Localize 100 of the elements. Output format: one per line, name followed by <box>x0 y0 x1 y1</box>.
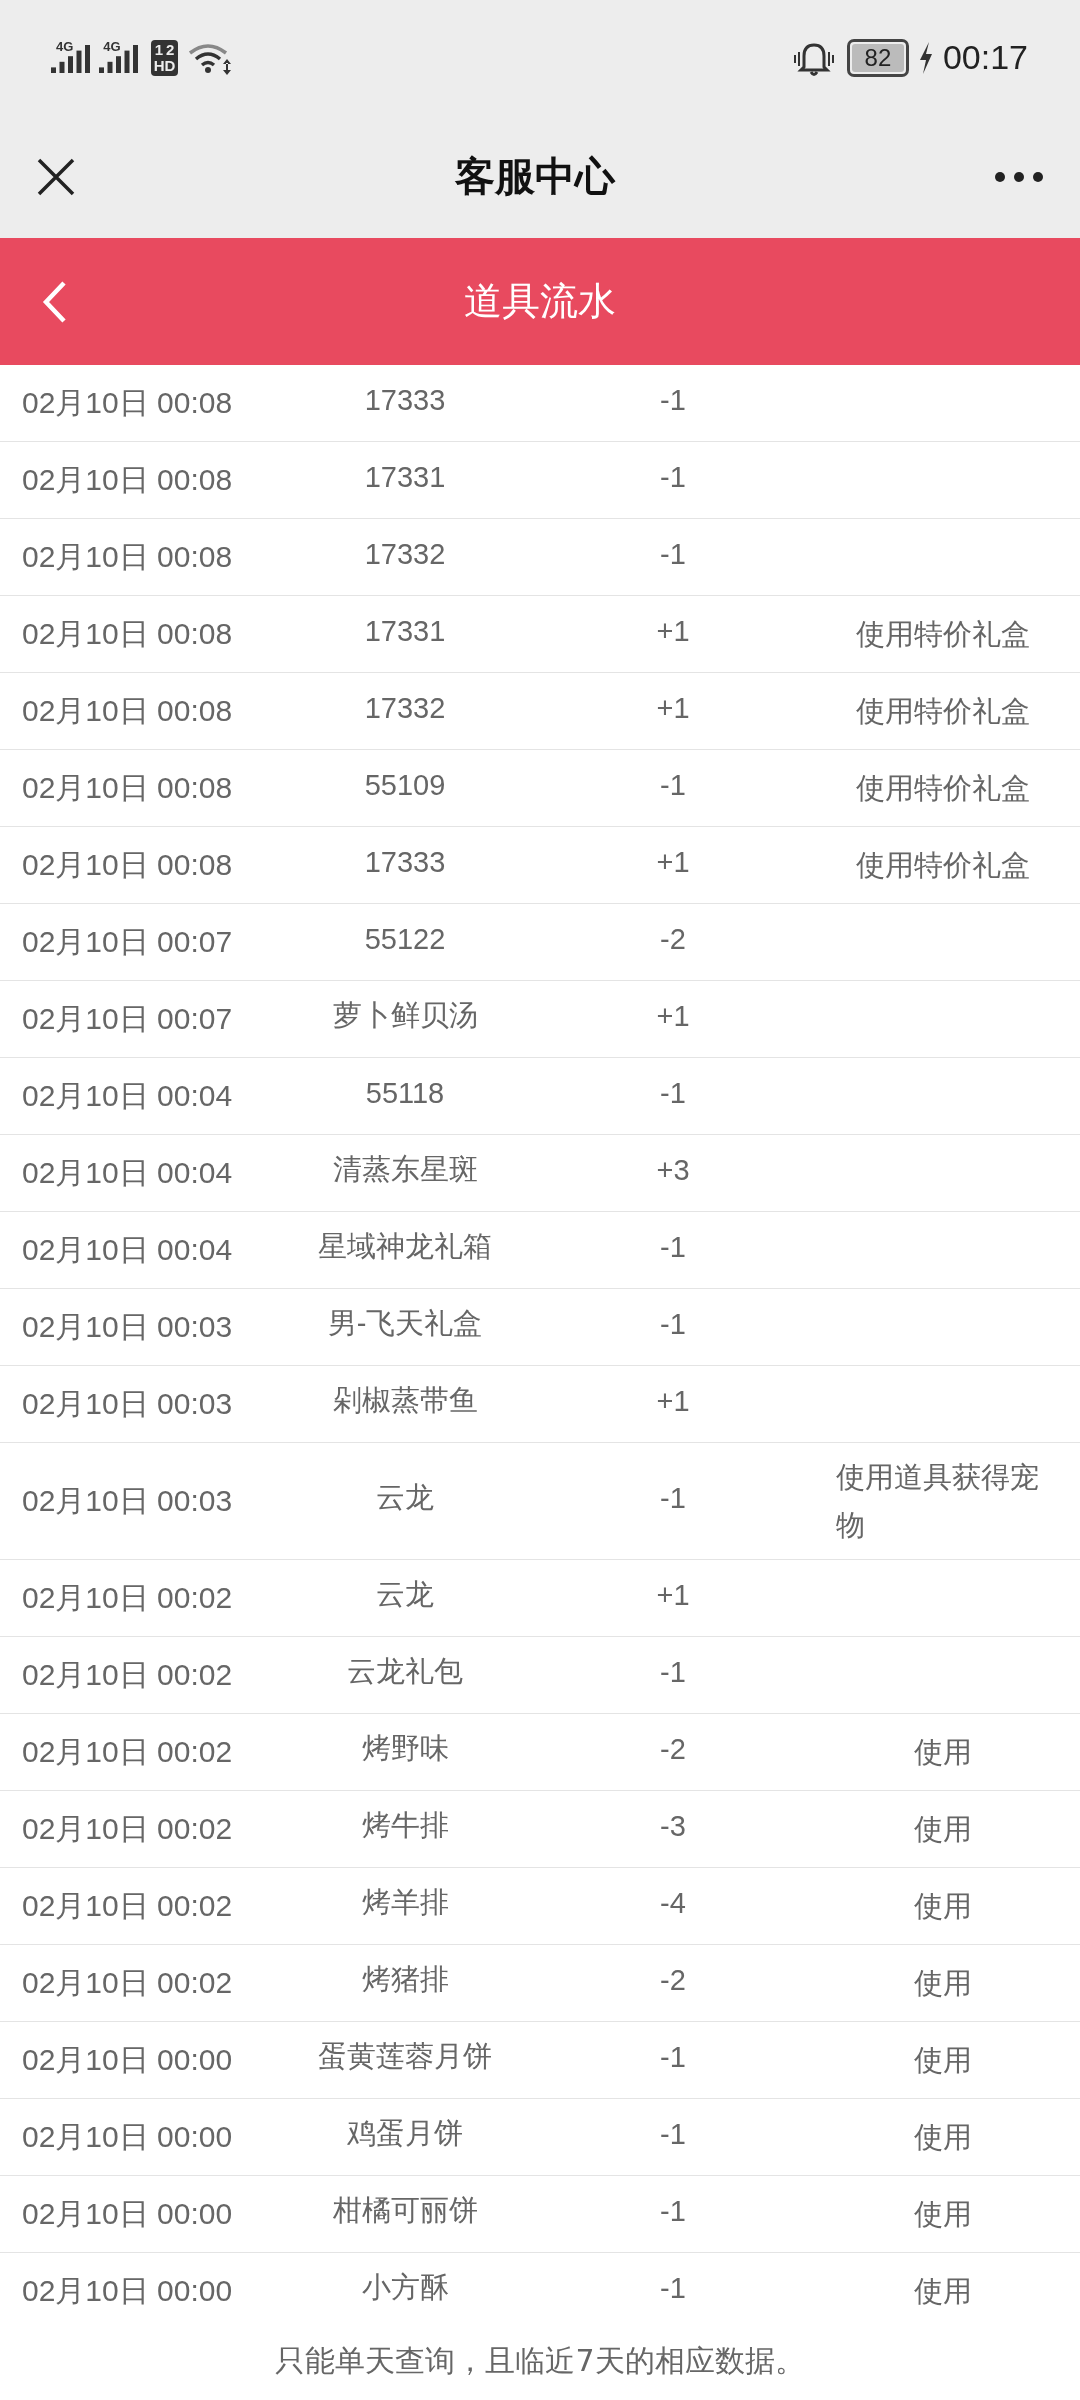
item-cell-text: 烤野味 <box>361 1731 449 1766</box>
time-cell-text: 02月10日 00:08 <box>21 538 234 575</box>
header-title: 道具流水 <box>463 278 617 325</box>
change-cell: -1 <box>660 537 686 571</box>
change-cell: -1 <box>660 2194 686 2228</box>
item-cell: 17333 <box>364 845 446 879</box>
note-cell-text: 使用 <box>914 2197 972 2232</box>
change-cell: -1 <box>660 768 686 802</box>
page-title: 客服中心 <box>455 152 615 201</box>
back-icon[interactable] <box>42 279 68 324</box>
change-cell: -1 <box>660 1230 686 1264</box>
item-cell: 17333 <box>364 383 446 417</box>
change-cell: +3 <box>656 1153 690 1187</box>
change-cell: +1 <box>656 614 690 648</box>
change-cell: +1 <box>656 1578 690 1612</box>
change-cell: +1 <box>656 691 690 725</box>
item-cell: 17332 <box>364 537 446 571</box>
item-cell-text: 烤羊排 <box>361 1885 449 1920</box>
change-cell: -1 <box>660 1307 686 1341</box>
time-cell-text: 02月10日 00:00 <box>21 2041 234 2078</box>
note-cell-text: 使用道具获得宠物 <box>835 1460 1040 1543</box>
note-cell-text: 使用 <box>914 1966 972 2001</box>
time-cell-text: 02月10日 00:08 <box>21 769 234 806</box>
change-cell: -1 <box>660 1076 686 1110</box>
item-cell-text: 清蒸东星斑 <box>332 1152 478 1187</box>
time-cell-text: 02月10日 00:07 <box>21 1000 234 1037</box>
change-cell: -2 <box>660 1732 686 1766</box>
item-cell-text: 蛋黄莲蓉月饼 <box>318 2039 492 2074</box>
note-cell-text: 使用特价礼盒 <box>856 617 1030 652</box>
item-cell: 17332 <box>364 691 446 725</box>
change-cell: +1 <box>656 845 690 879</box>
item-cell-text: 鸡蛋月饼 <box>347 2116 463 2151</box>
network-label: 4G <box>56 38 74 54</box>
item-cell-text: 烤牛排 <box>361 1808 449 1843</box>
note-cell-text: 使用特价礼盒 <box>856 771 1030 806</box>
change-cell: +1 <box>656 1384 690 1418</box>
item-cell: 55109 <box>364 768 446 802</box>
change-cell: -2 <box>660 1963 686 1997</box>
change-cell: -1 <box>660 1481 686 1515</box>
item-cell-text: 男-飞天礼盒 <box>327 1306 483 1341</box>
item-cell-text: 云龙礼包 <box>347 1654 463 1689</box>
item-cell-text: 剁椒蒸带鱼 <box>332 1383 478 1418</box>
item-cell: 55118 <box>365 1076 445 1110</box>
change-cell: -1 <box>660 2040 686 2074</box>
note-cell-text: 使用 <box>914 2274 972 2309</box>
note-cell-text: 使用 <box>914 1812 972 1847</box>
time-cell-text: 02月10日 00:08 <box>21 461 234 498</box>
charging-icon <box>918 41 933 74</box>
footer-note: 只能单天查询，且临近7天的相应数据。 <box>275 2342 805 2380</box>
item-cell: 55122 <box>364 922 446 956</box>
change-cell: -1 <box>660 460 686 494</box>
time-cell-text: 02月10日 00:08 <box>21 384 234 421</box>
change-cell: -1 <box>660 2117 686 2151</box>
change-cell: -1 <box>660 383 686 417</box>
signal-icon <box>98 44 141 75</box>
item-cell-text: 云龙 <box>376 1480 434 1515</box>
time-cell-text: 02月10日 00:00 <box>21 2118 234 2155</box>
item-cell-text: 云龙 <box>376 1577 434 1612</box>
time-cell-text: 02月10日 00:02 <box>21 1579 234 1616</box>
note-cell-text: 使用 <box>914 1889 972 1924</box>
item-cell: 17331 <box>364 460 446 494</box>
network-label: 4G <box>103 38 121 54</box>
change-cell: -4 <box>660 1886 686 1920</box>
note-cell-text: 使用特价礼盒 <box>856 694 1030 729</box>
note-cell-text: 使用 <box>914 1735 972 1770</box>
time-cell-text: 02月10日 00:03 <box>21 1308 234 1345</box>
item-cell: 17331 <box>364 614 446 648</box>
close-icon[interactable] <box>36 156 76 197</box>
time-cell-text: 02月10日 00:08 <box>21 692 234 729</box>
time-cell-text: 02月10日 00:02 <box>21 1733 234 1770</box>
time-cell-text: 02月10日 00:02 <box>21 1964 234 2001</box>
time-cell-text: 02月10日 00:04 <box>21 1154 234 1191</box>
item-cell-text: 柑橘可丽饼 <box>332 2193 478 2228</box>
time-cell-text: 02月10日 00:08 <box>21 615 234 652</box>
time-cell-text: 02月10日 00:04 <box>21 1231 234 1268</box>
time-cell-text: 02月10日 00:08 <box>21 846 234 883</box>
time-cell-text: 02月10日 00:00 <box>21 2195 234 2232</box>
time-cell-text: 02月10日 00:02 <box>21 1887 234 1924</box>
change-cell: -1 <box>660 2271 686 2305</box>
hd-badge: 1 2 HD <box>150 39 179 76</box>
note-cell-text: 使用 <box>914 2043 972 2078</box>
time-cell-text: 02月10日 00:02 <box>21 1810 234 1847</box>
item-cell-text: 烤猪排 <box>361 1962 449 1997</box>
note-cell-text: 使用 <box>914 2120 972 2155</box>
change-cell: -2 <box>660 922 686 956</box>
time-cell-text: 02月10日 00:02 <box>21 1656 234 1693</box>
item-cell-text: 萝卜鲜贝汤 <box>332 998 478 1033</box>
time-cell-text: 02月10日 00:07 <box>21 923 234 960</box>
battery-indicator: 82 <box>846 38 909 77</box>
change-cell: -1 <box>660 1655 686 1689</box>
time-cell-text: 02月10日 00:03 <box>21 1482 234 1519</box>
item-cell-text: 小方酥 <box>361 2270 449 2305</box>
clock-time: 00:17 <box>942 38 1028 77</box>
note-cell-text: 使用特价礼盒 <box>856 848 1030 883</box>
time-cell-text: 02月10日 00:00 <box>21 2272 234 2309</box>
time-cell-text: 02月10日 00:04 <box>21 1077 234 1114</box>
change-cell: +1 <box>656 999 690 1033</box>
more-icon[interactable] <box>994 170 1044 183</box>
time-cell-text: 02月10日 00:03 <box>21 1385 234 1422</box>
change-cell: -3 <box>660 1809 686 1843</box>
